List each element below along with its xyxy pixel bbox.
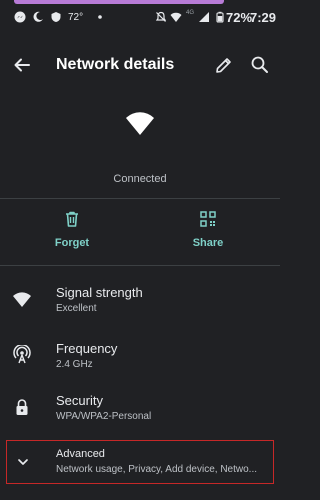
wifi-icon (126, 112, 154, 135)
advanced-row[interactable]: Advanced Network usage, Privacy, Add dev… (6, 440, 274, 484)
battery-percent: 72% (226, 10, 253, 25)
page-title: Network details (56, 56, 175, 73)
security-value: WPA/WPA2-Personal (56, 411, 152, 422)
qr-code-icon (200, 211, 216, 227)
security-row[interactable]: Security WPA/WPA2-Personal (0, 385, 280, 439)
messenger-icon (14, 11, 26, 23)
moon-icon (33, 11, 43, 22)
battery-icon (216, 11, 224, 23)
mute-icon (155, 11, 167, 22)
app-bar: Network details (0, 40, 280, 90)
signal-strength-value: Excellent (56, 303, 97, 314)
divider (0, 265, 280, 266)
divider (0, 198, 280, 199)
trash-icon (66, 211, 78, 227)
shield-icon (51, 12, 61, 22)
signal-icon (199, 12, 209, 22)
signal-strength-title: Signal strength (56, 285, 143, 300)
signal-strength-row[interactable]: Signal strength Excellent (0, 277, 280, 331)
clock: 7:29 (250, 10, 277, 25)
top-accent-bar (14, 0, 224, 4)
forget-label: Forget (54, 237, 90, 249)
advanced-title: Advanced (56, 448, 105, 460)
share-button[interactable]: Share (158, 210, 258, 260)
wifi-icon (170, 12, 182, 22)
dot-icon (98, 15, 102, 19)
forget-button[interactable]: Forget (22, 210, 122, 260)
antenna-icon (13, 345, 31, 364)
advanced-summary: Network usage, Privacy, Add device, Netw… (56, 464, 258, 475)
frequency-row[interactable]: Frequency 2.4 GHz (0, 333, 280, 387)
edit-pencil-icon[interactable] (214, 55, 234, 75)
back-arrow-icon[interactable] (12, 55, 32, 75)
connection-status: Connected (113, 173, 167, 185)
security-title: Security (56, 393, 103, 408)
chevron-down-icon (18, 459, 28, 465)
lock-icon (16, 399, 28, 415)
wifi-icon (13, 292, 31, 307)
temperature-text: 72° (68, 12, 84, 23)
search-icon[interactable] (250, 55, 270, 75)
share-label: Share (192, 237, 224, 249)
status-bar: 72° 4G 72% 7:29 (0, 10, 280, 28)
frequency-title: Frequency (56, 341, 118, 356)
network-type-label: 4G (186, 10, 195, 16)
frequency-value: 2.4 GHz (56, 359, 93, 370)
